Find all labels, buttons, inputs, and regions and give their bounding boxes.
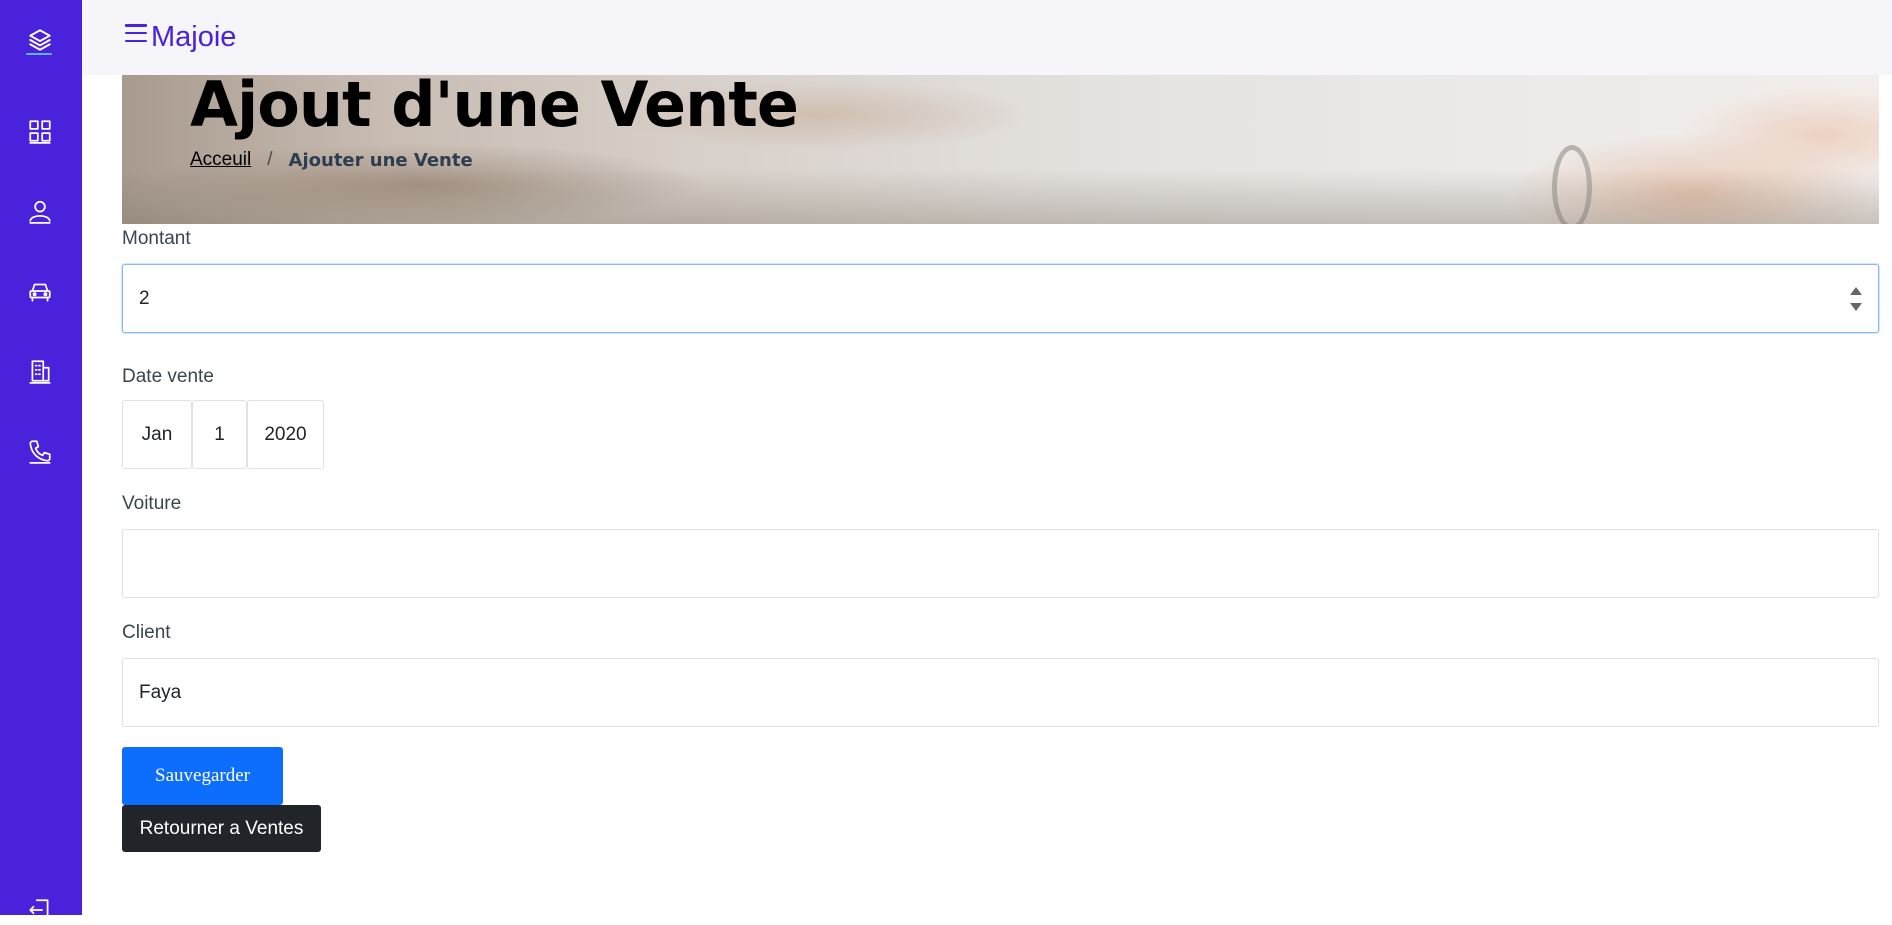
page-header-banner: Ajout d'une Vente Acceuil / Ajouter une …	[122, 75, 1879, 224]
user-icon[interactable]	[25, 196, 55, 226]
spinner-up-icon[interactable]	[1850, 287, 1862, 295]
page-title: Ajout d'une Vente	[190, 75, 799, 141]
top-navbar	[82, 0, 1892, 75]
sidebar	[0, 0, 82, 921]
date-day-select[interactable]: 1	[192, 400, 247, 469]
building-icon[interactable]	[25, 356, 55, 386]
car-icon[interactable]	[25, 276, 55, 306]
breadcrumb-home-link[interactable]: Acceuil	[190, 149, 251, 171]
montant-value: 2	[139, 287, 150, 309]
brand-link[interactable]: Majoie	[125, 17, 236, 57]
breadcrumb: Acceuil / Ajouter une Vente	[190, 149, 473, 171]
active-indicator	[26, 53, 52, 55]
key-ring-decoration	[1552, 145, 1592, 224]
client-label: Client	[122, 622, 171, 643]
voiture-label: Voiture	[122, 493, 182, 514]
client-value: Faya	[139, 681, 182, 703]
date-year-select[interactable]: 2020	[247, 400, 324, 469]
montant-number-input[interactable]: 2	[122, 264, 1879, 333]
client-select[interactable]: Faya	[122, 658, 1879, 727]
dashboard-grid-icon[interactable]	[25, 116, 55, 146]
montant-label: Montant	[122, 228, 191, 249]
save-button[interactable]: Sauvegarder	[122, 747, 283, 805]
breadcrumb-separator: /	[267, 149, 273, 170]
voiture-select[interactable]	[122, 529, 1879, 598]
phone-icon[interactable]	[25, 436, 55, 466]
menu-icon[interactable]	[125, 24, 147, 42]
back-to-sales-button[interactable]: Retourner a Ventes	[122, 805, 321, 852]
brand-name: Majoie	[151, 21, 237, 53]
logout-icon[interactable]	[25, 895, 55, 925]
date-vente-label: Date vente	[122, 366, 214, 387]
layers-icon[interactable]	[25, 25, 55, 55]
date-month-select[interactable]: Jan	[122, 400, 192, 469]
breadcrumb-current: Ajouter une Vente	[288, 149, 473, 171]
number-spinner[interactable]	[1850, 287, 1862, 311]
spinner-down-icon[interactable]	[1850, 303, 1862, 311]
